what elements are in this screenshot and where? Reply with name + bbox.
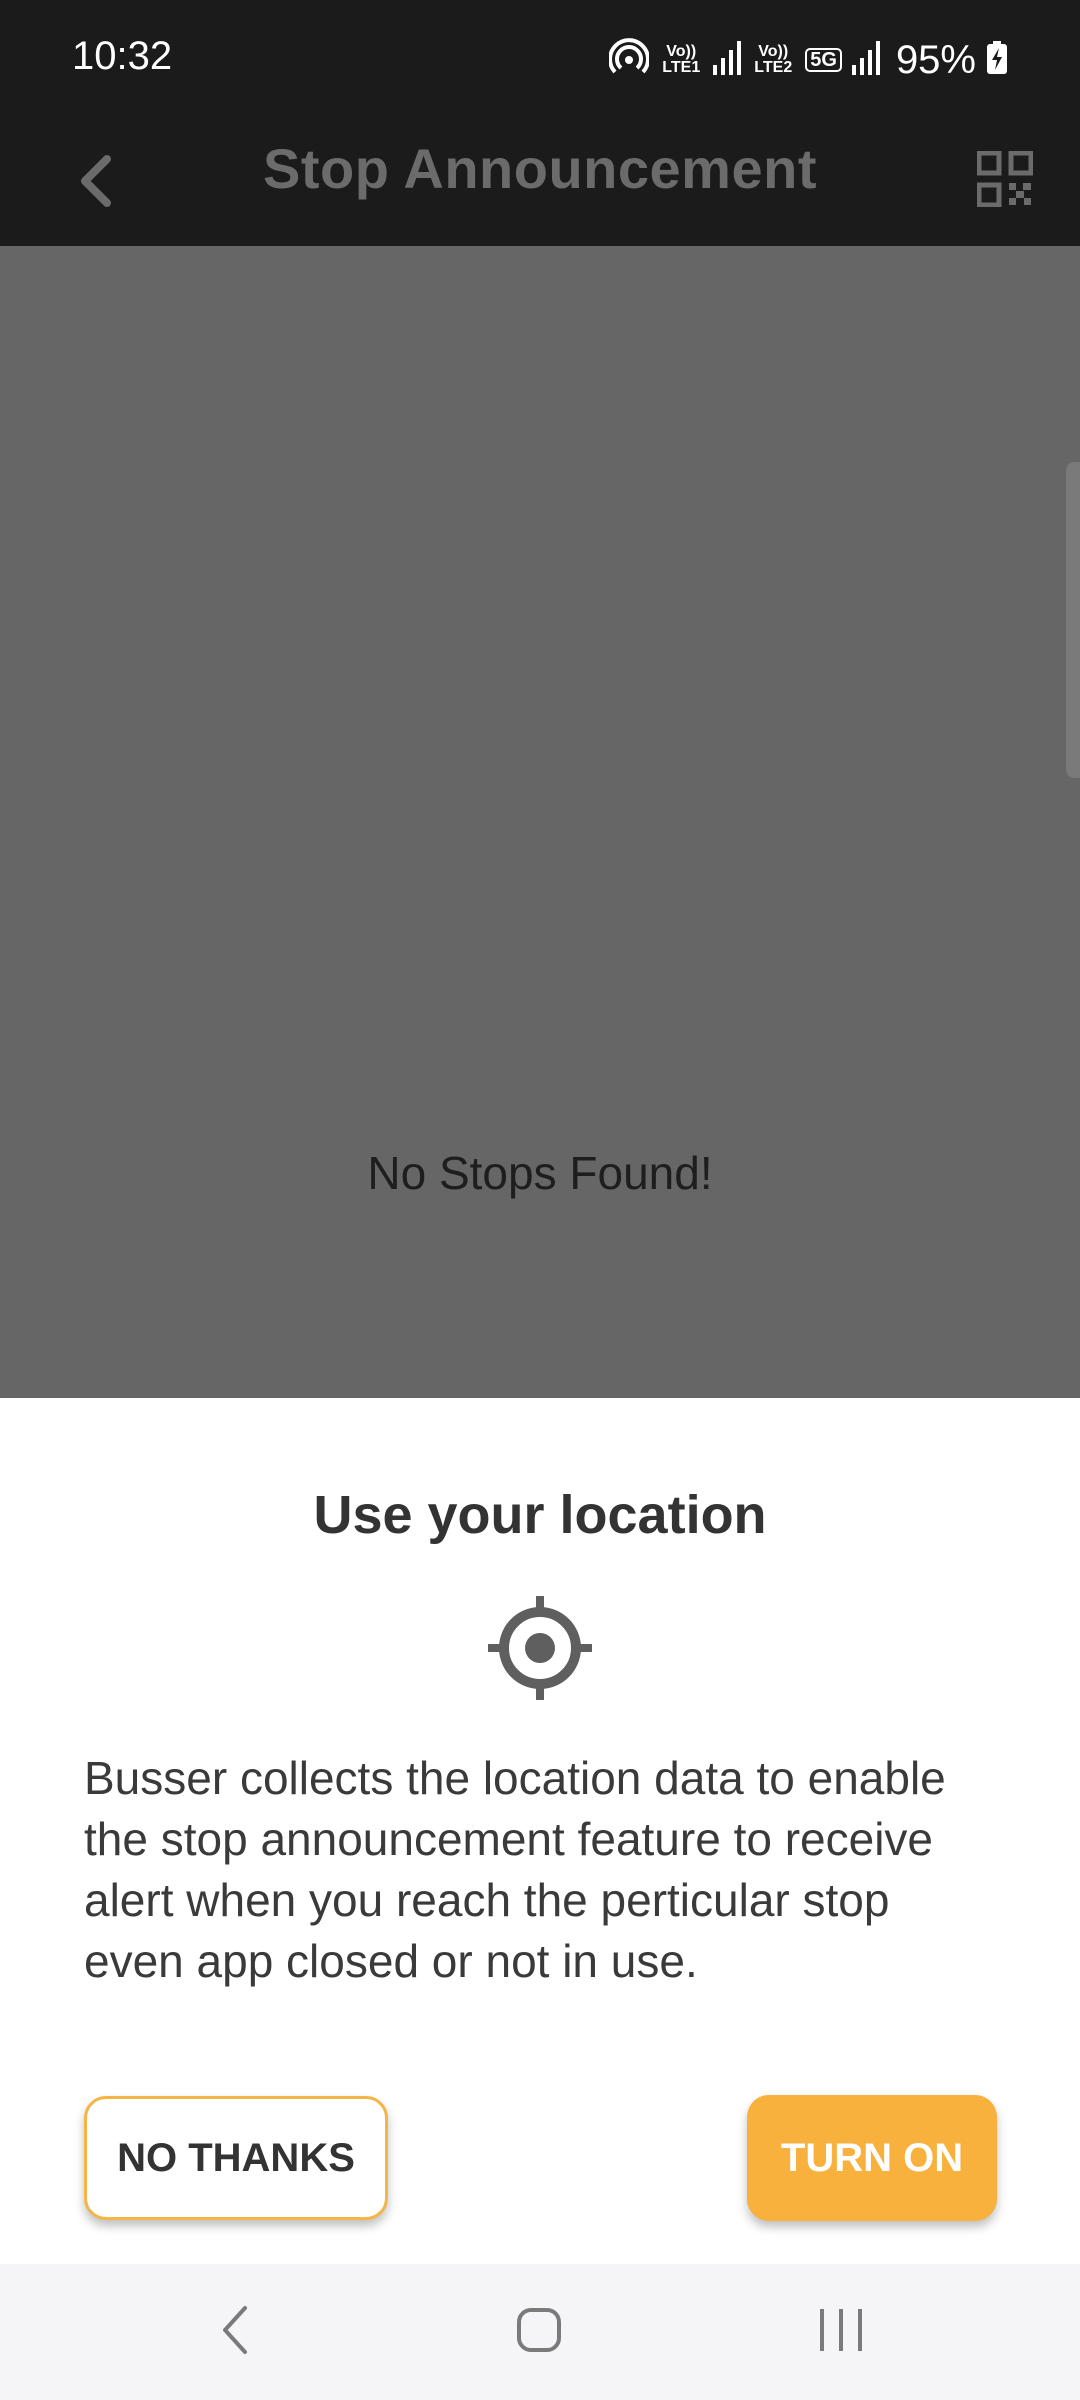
nav-home-button[interactable] <box>494 2292 584 2372</box>
system-navigation-bar <box>0 2264 1080 2400</box>
page-title: Stop Announcement <box>263 137 817 200</box>
network2-type: 5G <box>805 48 842 72</box>
scrollbar[interactable] <box>1066 462 1080 778</box>
turn-on-button[interactable]: TURN ON <box>747 2095 997 2221</box>
location-target-icon <box>486 1594 594 1702</box>
qr-code-button[interactable] <box>960 136 1050 226</box>
battery-percentage: 95% <box>895 37 976 82</box>
nav-recents-button[interactable] <box>796 2292 886 2372</box>
sheet-title: Use your location <box>313 1485 767 1545</box>
no-thanks-button[interactable]: NO THANKS <box>84 2096 388 2220</box>
location-permission-sheet: Use your location Busser collects the lo… <box>0 1398 1080 2264</box>
sheet-description: Busser collects the location data to ena… <box>84 1752 946 1987</box>
nav-recents-icon <box>816 2307 866 2358</box>
app-bar: Stop Announcement <box>0 120 1080 246</box>
empty-state-text: No Stops Found! <box>367 1147 713 1199</box>
network2-label: Vo)) LTE2 <box>754 43 793 76</box>
hotspot-icon <box>608 37 651 83</box>
qr-code-icon <box>976 150 1034 212</box>
nav-back-icon <box>217 2304 253 2361</box>
signal-icon <box>713 40 742 80</box>
signal-icon <box>851 40 880 80</box>
status-icons: Vo)) LTE1 Vo)) LTE2 5G 95% <box>608 30 1008 90</box>
nav-home-icon <box>515 2306 563 2359</box>
battery-charging-icon <box>986 40 1008 80</box>
network1-label: Vo)) LTE1 <box>662 43 701 76</box>
status-bar: 10:32 Vo)) LTE1 Vo)) LTE2 5G 95% <box>0 0 1080 120</box>
stops-list-area: No Stops Found! <box>0 246 1080 1398</box>
nav-back-button[interactable] <box>190 2292 280 2372</box>
status-time: 10:32 <box>72 34 173 78</box>
